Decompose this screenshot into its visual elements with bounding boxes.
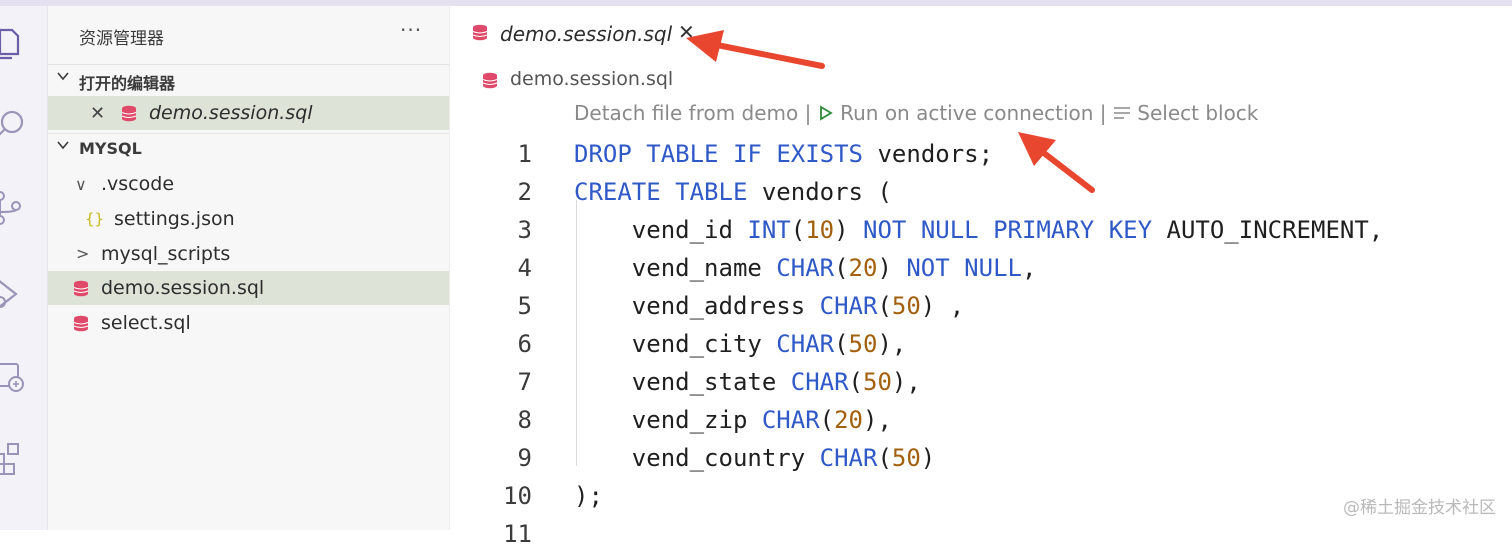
code-line: 7 vend_state CHAR(50),: [450, 362, 1512, 400]
database-icon: [73, 280, 89, 297]
chevron-down-icon: ∨: [75, 175, 87, 194]
more-actions-button[interactable]: ···: [400, 18, 422, 42]
tab-demo-session-sql[interactable]: demo.session.sql ✕: [450, 6, 720, 62]
workspace-section-header[interactable]: MYSQL: [48, 133, 449, 164]
extensions-icon[interactable]: [0, 438, 30, 478]
line-number: 2: [517, 178, 532, 206]
chevron-down-icon: [56, 69, 70, 87]
database-icon: [482, 72, 498, 89]
chevron-down-icon: [56, 138, 70, 156]
line-number: 9: [517, 444, 532, 472]
code-line: 5 vend_address CHAR(50) ,: [450, 286, 1512, 324]
chevron-right-icon: >: [76, 244, 90, 263]
line-number: 4: [517, 254, 532, 282]
indent-guide: [576, 200, 577, 466]
folder-vscode[interactable]: ∨ .vscode: [48, 167, 449, 201]
line-number: 3: [517, 216, 532, 244]
file-settings-json[interactable]: {} settings.json: [48, 202, 449, 236]
file-demo-session-sql[interactable]: demo.session.sql: [48, 271, 449, 305]
breadcrumb-file[interactable]: demo.session.sql: [510, 68, 673, 90]
code-line: 2 CREATE TABLE vendors (: [450, 172, 1512, 210]
line-number: 8: [517, 406, 532, 434]
editor-area: demo.session.sql ✕ demo.session.sql Deta…: [450, 6, 1512, 548]
search-icon[interactable]: [0, 104, 30, 144]
workspace-label: MYSQL: [79, 139, 142, 158]
activity-bar: [0, 6, 48, 530]
code-line: 9 vend_country CHAR(50): [450, 438, 1512, 476]
database-icon: [121, 105, 137, 122]
file-label: select.sql: [101, 312, 191, 334]
code-line: 8 vend_zip CHAR(20),: [450, 400, 1512, 438]
line-number: 7: [517, 368, 532, 396]
source-control-icon[interactable]: [0, 188, 30, 228]
tab-label: demo.session.sql: [500, 22, 673, 46]
file-select-sql[interactable]: select.sql: [48, 306, 449, 340]
select-block-link[interactable]: Select block: [1113, 101, 1258, 125]
open-editors-section-header[interactable]: 打开的编辑器: [48, 64, 449, 95]
code-line: 1 DROP TABLE IF EXISTS vendors;: [450, 134, 1512, 172]
explorer-title: 资源管理器: [79, 29, 164, 49]
folder-label: mysql_scripts: [101, 243, 231, 265]
folder-label: .vscode: [101, 173, 175, 195]
json-icon: {}: [85, 210, 105, 228]
open-editors-label: 打开的编辑器: [79, 74, 176, 93]
line-number: 11: [503, 520, 532, 548]
line-number: 1: [517, 140, 532, 168]
codelens-separator: |: [804, 101, 812, 125]
code-line: 4 vend_name CHAR(20) NOT NULL,: [450, 248, 1512, 286]
watermark: @稀土掘金技术社区: [1343, 498, 1496, 518]
database-icon: [472, 24, 488, 41]
file-label: settings.json: [114, 208, 235, 230]
close-icon[interactable]: ✕: [90, 103, 105, 124]
line-number: 5: [517, 292, 532, 320]
tab-close-icon[interactable]: ✕: [678, 20, 695, 44]
folder-mysql-scripts[interactable]: > mysql_scripts: [48, 237, 449, 271]
codelens-separator: |: [1099, 101, 1107, 125]
line-number: 6: [517, 330, 532, 358]
line-number: 10: [503, 482, 532, 510]
code-line: 11: [450, 514, 1512, 552]
play-icon: [819, 105, 833, 121]
codelens-bar: Detach file from demo | Run on active co…: [574, 101, 1258, 125]
remote-explorer-icon[interactable]: [0, 358, 30, 398]
code-line: 3 vend_id INT(10) NOT NULL PRIMARY KEY A…: [450, 210, 1512, 248]
run-debug-icon[interactable]: [0, 274, 30, 314]
file-label: demo.session.sql: [101, 277, 265, 299]
detach-file-link[interactable]: Detach file from demo: [574, 101, 798, 125]
open-editor-label: demo.session.sql: [149, 102, 313, 124]
run-label: Run on active connection: [840, 101, 1094, 125]
explorer-icon[interactable]: [0, 24, 30, 64]
explorer-sidebar: 资源管理器 ··· 打开的编辑器 ✕ demo.session.sql MYSQ…: [48, 6, 450, 530]
code-line: 6 vend_city CHAR(50),: [450, 324, 1512, 362]
open-editor-item-demo-session[interactable]: ✕ demo.session.sql: [48, 96, 449, 130]
run-on-active-connection-link[interactable]: Run on active connection: [818, 101, 1100, 125]
database-icon: [73, 315, 89, 332]
list-icon: [1113, 107, 1130, 119]
select-block-label: Select block: [1137, 101, 1259, 125]
